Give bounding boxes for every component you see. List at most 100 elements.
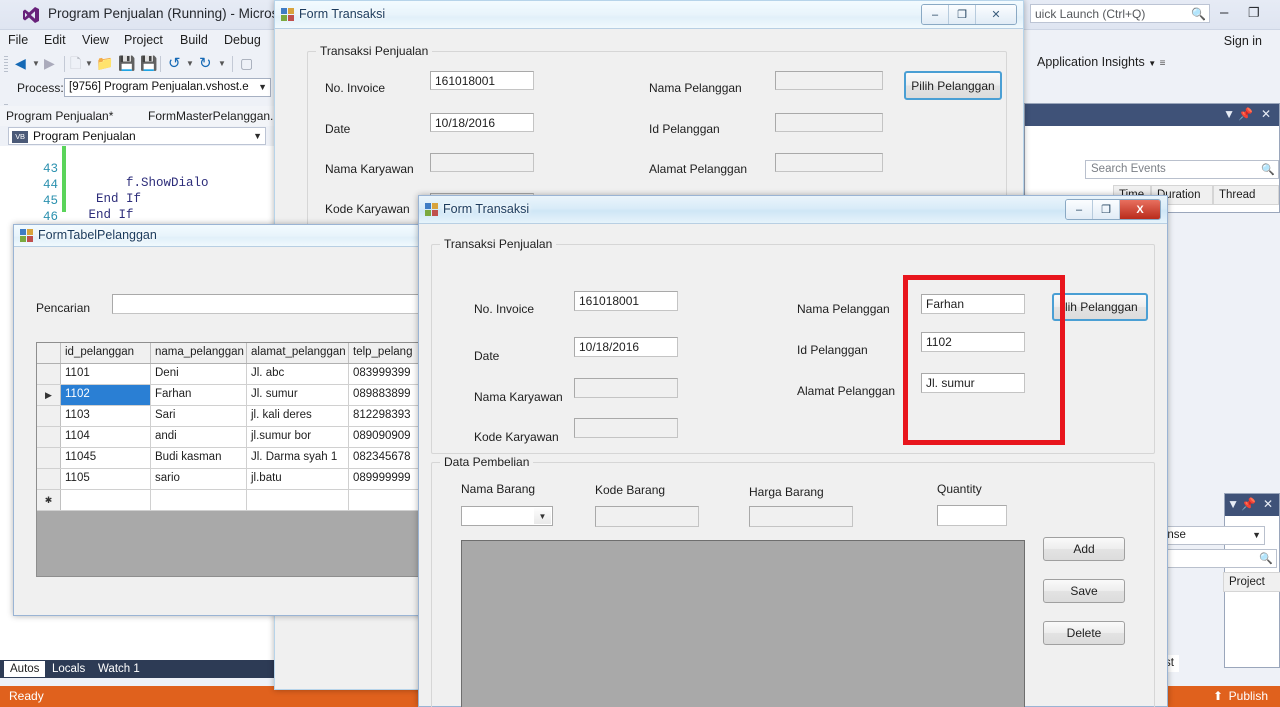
input-nama-karyawan-back[interactable] bbox=[430, 153, 534, 172]
column-nama-pelanggan[interactable]: nama_pelanggan bbox=[151, 343, 247, 363]
close-icon[interactable]: ✕ bbox=[1261, 107, 1271, 121]
table-row[interactable]: 11045 Budi kasman Jl. Darma syah 1 08234… bbox=[37, 448, 435, 469]
input-nama-pelanggan-back[interactable] bbox=[775, 71, 883, 90]
chevron-down-icon[interactable]: ▼ bbox=[1148, 59, 1156, 68]
table-row[interactable]: 1101 Deni Jl. abc 083999399 bbox=[37, 364, 435, 385]
events-column-thread[interactable]: Thread bbox=[1213, 185, 1279, 205]
cell-telp-pelanggan[interactable]: 083999399 bbox=[349, 364, 421, 384]
cell-alamat-pelanggan[interactable] bbox=[247, 490, 349, 510]
minimize-button[interactable]: – bbox=[1066, 200, 1093, 219]
form-tabel-pelanggan-titlebar[interactable]: FormTabelPelanggan bbox=[14, 225, 434, 247]
search-icon[interactable]: 🔍 bbox=[1259, 552, 1273, 565]
new-row-icon[interactable]: ✱ bbox=[37, 490, 61, 510]
input-kode-barang[interactable] bbox=[595, 506, 699, 527]
cell-id-pelanggan[interactable]: 11045 bbox=[61, 448, 151, 468]
input-date-front[interactable]: 10/18/2016 bbox=[574, 337, 678, 357]
cell-nama-pelanggan[interactable]: Deni bbox=[151, 364, 247, 384]
cell-nama-pelanggan[interactable]: Budi kasman bbox=[151, 448, 247, 468]
tab-watch-1[interactable]: Watch 1 bbox=[92, 661, 146, 677]
row-header-cell[interactable] bbox=[37, 448, 61, 468]
redo-icon[interactable]: ↻ bbox=[199, 55, 212, 72]
column-alamat-pelanggan[interactable]: alamat_pelanggan bbox=[247, 343, 349, 363]
pelanggan-datagrid[interactable]: id_pelanggan nama_pelanggan alamat_pelan… bbox=[36, 342, 436, 577]
search-icon[interactable]: 🔍 bbox=[1191, 7, 1206, 21]
new-file-icon[interactable]: 🗋 bbox=[70, 55, 81, 72]
chevron-down-icon[interactable]: ▼ bbox=[534, 508, 551, 524]
maximize-button[interactable]: ❐ bbox=[1093, 200, 1120, 219]
cell-telp-pelanggan[interactable]: 082345678 bbox=[349, 448, 421, 468]
save-button[interactable]: Save bbox=[1043, 579, 1125, 603]
navigate-back-icon[interactable]: ◀ bbox=[15, 55, 26, 72]
tab-formmasterpelanggan[interactable]: FormMasterPelanggan. bbox=[148, 109, 273, 123]
input-nama-karyawan-front[interactable] bbox=[574, 378, 678, 398]
cell-alamat-pelanggan[interactable]: Jl. abc bbox=[247, 364, 349, 384]
navigate-forward-icon[interactable]: ▶ bbox=[44, 55, 55, 72]
form-transaksi-back-titlebar[interactable]: Form Transaksi – ❐ ✕ bbox=[275, 1, 1023, 29]
cell-alamat-pelanggan[interactable]: jl. kali deres bbox=[247, 406, 349, 426]
cell-telp-pelanggan[interactable]: 089999999 bbox=[349, 469, 421, 489]
pin-icon[interactable]: 📌 bbox=[1238, 107, 1253, 121]
form-transaksi-front-titlebar[interactable]: Form Transaksi – ❐ X bbox=[419, 196, 1167, 224]
cell-nama-pelanggan[interactable]: sario bbox=[151, 469, 247, 489]
table-row[interactable]: 1105 sario jl.batu 089999999 bbox=[37, 469, 435, 490]
add-button[interactable]: Add bbox=[1043, 537, 1125, 561]
error-filter-combo[interactable]: ense ▼ bbox=[1155, 526, 1265, 545]
chevron-down-icon[interactable]: ▼ bbox=[1227, 497, 1239, 511]
menu-build[interactable]: Build bbox=[180, 33, 208, 47]
data-pembelian-grid[interactable] bbox=[461, 540, 1025, 707]
open-folder-icon[interactable]: 📁 bbox=[96, 55, 113, 72]
cell-id-pelanggan[interactable]: 1101 bbox=[61, 364, 151, 384]
cell-telp-pelanggan[interactable]: 089883899 bbox=[349, 385, 421, 405]
cell-telp-pelanggan[interactable]: 812298393 bbox=[349, 406, 421, 426]
form-tabel-pelanggan-window[interactable]: FormTabelPelanggan Pencarian id_pelangga… bbox=[13, 224, 442, 616]
chevron-down-icon[interactable]: ▼ bbox=[1223, 107, 1235, 121]
new-file-dropdown-icon[interactable]: ▼ bbox=[85, 55, 93, 72]
close-icon[interactable]: ✕ bbox=[1263, 497, 1273, 511]
debug-target-icon[interactable]: ▢ bbox=[240, 55, 253, 72]
menu-edit[interactable]: Edit bbox=[44, 33, 66, 47]
redo-dropdown-icon[interactable]: ▼ bbox=[218, 55, 226, 72]
cell-alamat-pelanggan[interactable]: Jl. sumur bbox=[247, 385, 349, 405]
input-id-pelanggan-back[interactable] bbox=[775, 113, 883, 132]
cell-alamat-pelanggan[interactable]: jl.batu bbox=[247, 469, 349, 489]
cell-nama-pelanggan[interactable]: Sari bbox=[151, 406, 247, 426]
tab-locals[interactable]: Locals bbox=[46, 661, 91, 677]
chevron-down-icon[interactable]: ▼ bbox=[253, 131, 262, 141]
cell-nama-pelanggan[interactable] bbox=[151, 490, 247, 510]
table-row[interactable]: 1103 Sari jl. kali deres 812298393 bbox=[37, 406, 435, 427]
save-icon[interactable]: 💾 bbox=[118, 55, 135, 72]
input-no-invoice-front[interactable]: 161018001 bbox=[574, 291, 678, 311]
input-no-invoice-back[interactable]: 161018001 bbox=[430, 71, 534, 90]
close-button[interactable]: ✕ bbox=[976, 5, 1016, 24]
cell-telp-pelanggan[interactable]: 089090909 bbox=[349, 427, 421, 447]
cell-alamat-pelanggan[interactable]: Jl. Darma syah 1 bbox=[247, 448, 349, 468]
pin-icon[interactable]: 📌 bbox=[1241, 497, 1256, 511]
menu-debug[interactable]: Debug bbox=[224, 33, 261, 47]
cell-id-pelanggan[interactable]: 1102 bbox=[61, 385, 151, 405]
minimize-button[interactable]: – bbox=[922, 5, 949, 24]
select-nama-barang[interactable]: ▼ bbox=[461, 506, 553, 526]
chevron-down-icon[interactable]: ▼ bbox=[1252, 530, 1261, 540]
menu-file[interactable]: File bbox=[8, 33, 28, 47]
cell-id-pelanggan[interactable]: 1104 bbox=[61, 427, 151, 447]
search-icon[interactable]: 🔍 bbox=[1261, 163, 1275, 176]
table-row-new[interactable]: ✱ bbox=[37, 490, 435, 511]
menu-view[interactable]: View bbox=[82, 33, 109, 47]
form-transaksi-front-window[interactable]: Form Transaksi – ❐ X Transaksi Penjualan… bbox=[418, 195, 1168, 707]
delete-button[interactable]: Delete bbox=[1043, 621, 1125, 645]
row-header-cell[interactable] bbox=[37, 406, 61, 426]
row-header-cell[interactable] bbox=[37, 469, 61, 489]
cell-id-pelanggan[interactable]: 1103 bbox=[61, 406, 151, 426]
cell-nama-pelanggan[interactable]: andi bbox=[151, 427, 247, 447]
navigate-back-dropdown-icon[interactable]: ▼ bbox=[32, 55, 40, 72]
ide-minimize-button[interactable]: – bbox=[1220, 5, 1228, 20]
input-alamat-pelanggan-back[interactable] bbox=[775, 153, 883, 172]
editor-navigation-dropdown[interactable]: VB Program Penjualan ▼ bbox=[8, 127, 266, 145]
row-header-cell[interactable]: ▶ bbox=[37, 385, 61, 405]
error-search-input[interactable]: 🔍 bbox=[1155, 549, 1277, 568]
toolbar-overflow-icon[interactable]: ≡ bbox=[1160, 58, 1166, 69]
menu-project[interactable]: Project bbox=[124, 33, 163, 47]
pilih-pelanggan-button-front[interactable]: ilih Pelanggan bbox=[1052, 293, 1148, 321]
tab-autos[interactable]: Autos bbox=[4, 661, 46, 677]
pilih-pelanggan-button-back[interactable]: Pilih Pelanggan bbox=[904, 71, 1002, 100]
